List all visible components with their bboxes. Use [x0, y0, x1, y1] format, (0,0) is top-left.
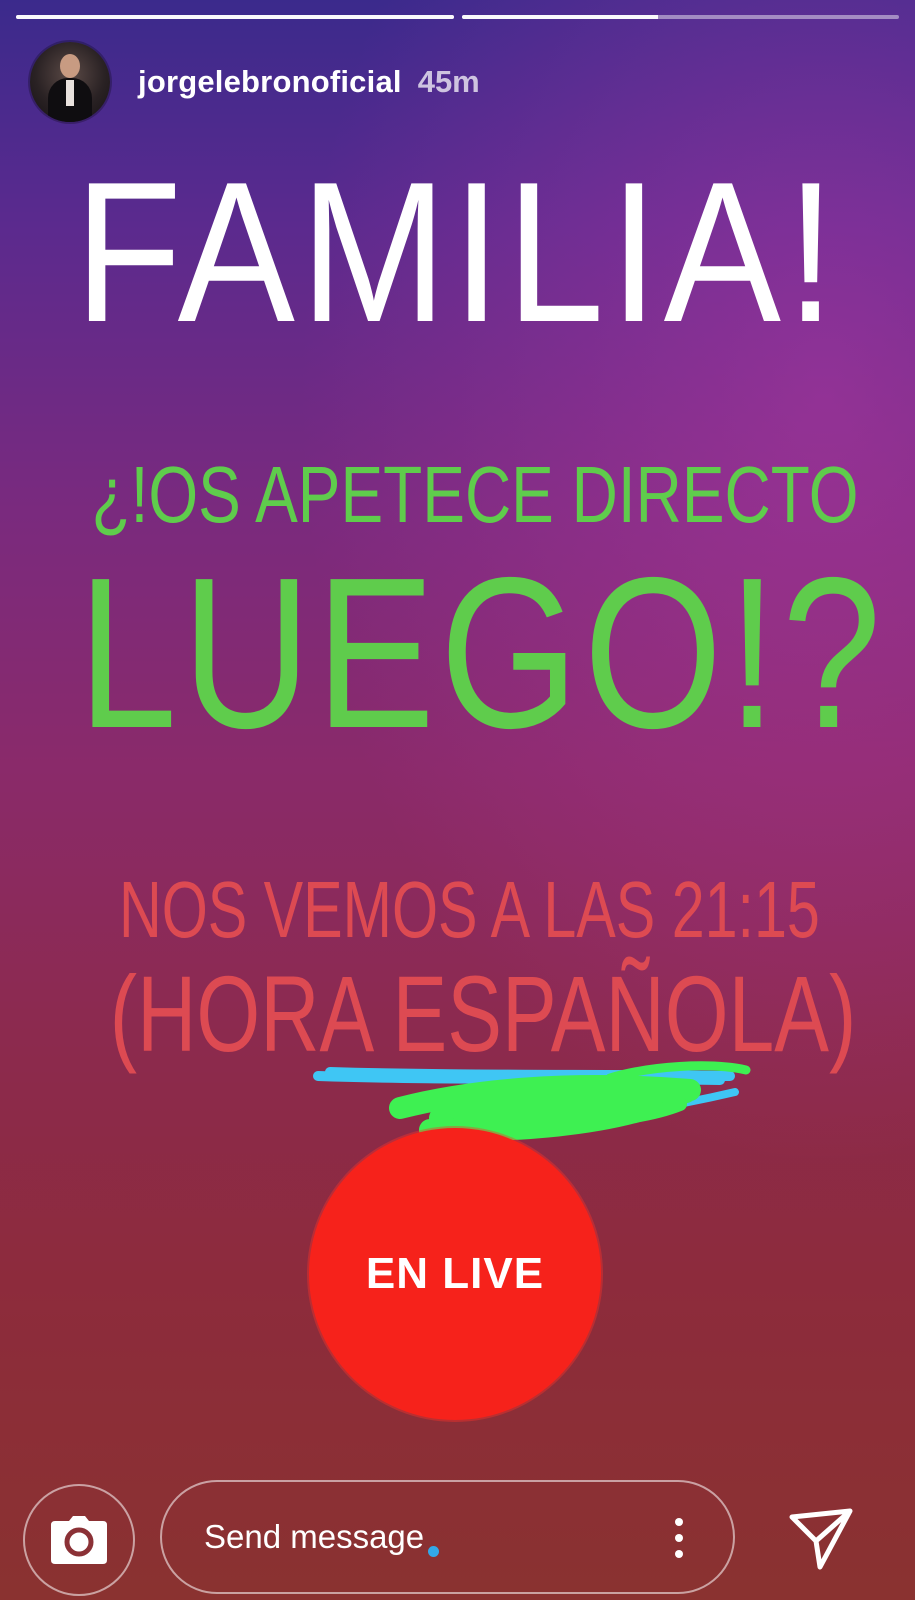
progress-fill	[16, 15, 454, 19]
redaction-scribble	[313, 1061, 751, 1142]
question-line: ¿!OS APETECE DIRECTO	[91, 450, 859, 539]
schedule-line: NOS VEMOS A LAS 21:15	[118, 865, 820, 954]
send-icon[interactable]	[786, 1505, 856, 1575]
more-vertical-icon-dot	[675, 1550, 683, 1558]
avatar[interactable]	[30, 42, 110, 122]
username[interactable]: jorgelebronoficial	[138, 64, 402, 100]
more-vertical-icon-dot	[675, 1534, 683, 1542]
send-message-field[interactable]: Send message	[160, 1480, 735, 1594]
message-placeholder: Send message	[204, 1518, 425, 1555]
progress-fill	[461, 15, 659, 19]
post-time: 45m	[417, 64, 480, 99]
story-viewer[interactable]: jorgelebronoficial 45m FAMILIA! ¿!OS APE…	[0, 0, 915, 1600]
live-badge: EN LIVE	[309, 1128, 601, 1420]
avatar-shirt	[66, 80, 74, 106]
more-vertical-icon-dot	[675, 1518, 683, 1526]
more-options-button[interactable]	[671, 1518, 687, 1558]
avatar-head	[60, 54, 80, 78]
live-label: EN LIVE	[365, 1249, 545, 1298]
camera-icon	[51, 1516, 107, 1564]
progress-segment	[16, 15, 454, 19]
camera-button[interactable]	[23, 1484, 135, 1596]
text-cursor	[428, 1545, 440, 1557]
story-header: jorgelebronoficial 45m	[30, 42, 480, 122]
headline-familia: FAMILIA!	[74, 141, 841, 364]
question-luego: LUEGO!?	[77, 532, 887, 773]
progress-segment	[461, 15, 899, 19]
story-progress	[16, 15, 899, 19]
